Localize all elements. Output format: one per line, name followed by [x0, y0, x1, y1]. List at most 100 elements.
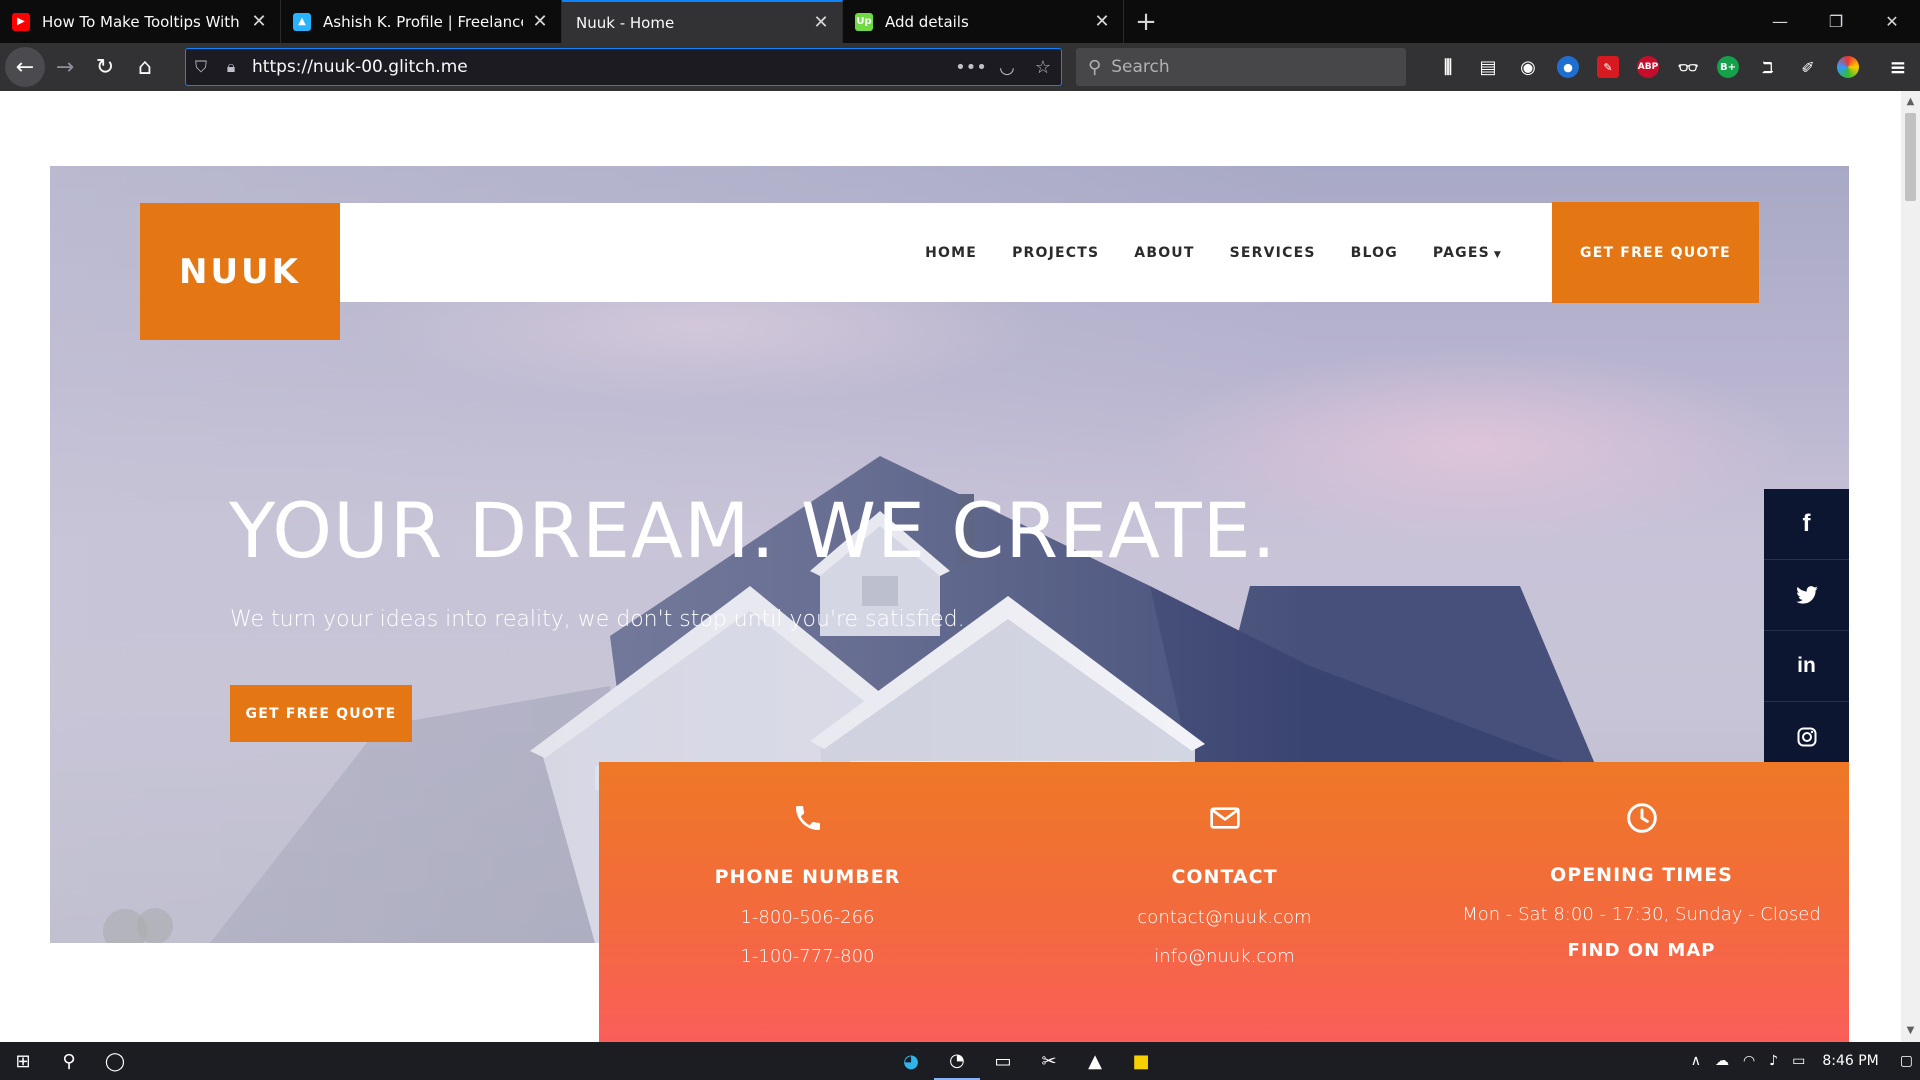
contact-title: CONTACT: [1171, 866, 1278, 888]
page-scrollbar[interactable]: ▲ ▼: [1901, 91, 1920, 1042]
windows-start-icon[interactable]: ⊞: [0, 1042, 46, 1080]
clock-time[interactable]: 8:46 PM: [1822, 1053, 1878, 1069]
search-input[interactable]: ⚲ Search: [1076, 48, 1406, 86]
tab-title: Nuuk - Home: [576, 13, 675, 32]
freelancer-icon: ▲: [293, 12, 311, 31]
scroll-thumb[interactable]: [1905, 113, 1916, 201]
sticky-notes-icon[interactable]: ■: [1118, 1042, 1164, 1080]
translate-icon[interactable]: ℶ: [1748, 51, 1788, 83]
youtube-icon: ▶: [12, 12, 30, 31]
upwork-icon: Up: [855, 12, 873, 31]
minimize-icon[interactable]: —: [1752, 0, 1808, 43]
chevron-up-icon[interactable]: ∧: [1691, 1053, 1701, 1069]
nav-about[interactable]: ABOUT: [1134, 245, 1194, 261]
tab-youtube[interactable]: ▶ How To Make Tooltips With On ✕: [0, 0, 281, 43]
hours-title: OPENING TIMES: [1550, 864, 1733, 886]
nav-blog[interactable]: BLOG: [1351, 245, 1398, 261]
close-icon[interactable]: ✕: [531, 11, 549, 32]
close-icon[interactable]: ✕: [1093, 11, 1111, 32]
restore-icon[interactable]: ❐: [1808, 0, 1864, 43]
caret-down-icon: ▼: [1493, 249, 1502, 260]
spy-icon[interactable]: 👓︎: [1668, 51, 1708, 83]
wifi-icon[interactable]: ◠: [1743, 1053, 1755, 1069]
back-button[interactable]: ←: [5, 47, 45, 87]
account-icon[interactable]: ◉: [1508, 51, 1548, 83]
extension-icons: ⫼ ▤ ◉ ● ✎ ABP 👓︎ B+ ℶ ✐ ≡: [1428, 51, 1918, 83]
web-page: NUUK HOME PROJECTS ABOUT SERVICES BLOG P…: [0, 91, 1901, 1042]
menu-icon[interactable]: ≡: [1878, 51, 1918, 83]
nav-services[interactable]: SERVICES: [1230, 245, 1316, 261]
file-explorer-icon[interactable]: ▭: [980, 1042, 1026, 1080]
nav-home[interactable]: HOME: [925, 245, 977, 261]
tab-freelancer[interactable]: ▲ Ashish K. Profile | Freelancer ✕: [281, 0, 562, 43]
find-on-map-link[interactable]: FIND ON MAP: [1433, 940, 1850, 961]
snipping-tool-icon[interactable]: ✂: [1026, 1042, 1072, 1080]
inkscape-icon[interactable]: ▲: [1072, 1042, 1118, 1080]
tab-title: How To Make Tooltips With On: [42, 12, 242, 31]
contact-column: CONTACT contact@nuuk.com info@nuuk.com: [1016, 762, 1433, 1042]
library-icon[interactable]: ⫼: [1428, 51, 1468, 83]
pocket-icon[interactable]: ◡: [989, 57, 1025, 78]
nav-projects[interactable]: PROJECTS: [1012, 245, 1099, 261]
new-tab-button[interactable]: +: [1124, 0, 1168, 43]
battery-icon[interactable]: ▭: [1792, 1053, 1805, 1069]
contact-email-1[interactable]: contact@nuuk.com: [1016, 907, 1433, 928]
pen-icon[interactable]: ✐: [1788, 51, 1828, 83]
edge-icon[interactable]: ◕: [888, 1042, 934, 1080]
facebook-icon[interactable]: f: [1764, 489, 1849, 560]
hero-quote-button[interactable]: GET FREE QUOTE: [230, 685, 412, 742]
cortana-icon[interactable]: ◯: [92, 1042, 138, 1080]
password-manager-icon[interactable]: ●: [1548, 51, 1588, 83]
hours-column: OPENING TIMES Mon - Sat 8:00 - 17:30, Su…: [1433, 762, 1850, 1042]
social-sidebar: f in: [1764, 489, 1849, 789]
close-icon[interactable]: ✕: [250, 11, 268, 32]
bookmark-star-icon[interactable]: ☆: [1025, 57, 1061, 78]
get-free-quote-button[interactable]: GET FREE QUOTE: [1552, 202, 1759, 303]
reload-button[interactable]: ↻: [85, 47, 125, 87]
grammar-extension-icon[interactable]: B+: [1708, 51, 1748, 83]
window-close-icon[interactable]: ✕: [1864, 0, 1920, 43]
tab-title: Ashish K. Profile | Freelancer: [323, 12, 523, 31]
main-navigation: HOME PROJECTS ABOUT SERVICES BLOG PAGES ▼: [340, 203, 1552, 302]
site-logo[interactable]: NUUK: [140, 203, 340, 340]
phone-number-1[interactable]: 1-800-506-266: [599, 907, 1016, 928]
phone-number-2[interactable]: 1-100-777-800: [599, 946, 1016, 967]
search-icon[interactable]: ⚲: [46, 1042, 92, 1080]
clock-icon: [1433, 802, 1850, 838]
hero-headline: YOUR DREAM. WE CREATE.: [229, 486, 1277, 575]
lock-icon[interactable]: 🔒︎: [216, 57, 246, 77]
contact-email-2[interactable]: info@nuuk.com: [1016, 946, 1433, 967]
navigation-toolbar: ← → ↻ ⌂ ⛉ 🔒︎ https://nuuk-00.glitch.me •…: [0, 43, 1920, 91]
twitter-icon[interactable]: [1764, 560, 1849, 631]
hero-subheadline: We turn your ideas into reality, we don'…: [230, 607, 965, 632]
scroll-down-icon[interactable]: ▼: [1901, 1022, 1920, 1040]
nav-pages-label: PAGES: [1432, 244, 1490, 261]
shield-icon[interactable]: ⛉: [186, 57, 216, 77]
forward-button[interactable]: →: [45, 47, 85, 87]
firefox-icon[interactable]: ◔: [934, 1042, 980, 1080]
envelope-icon: [1016, 802, 1433, 838]
page-actions-icon[interactable]: •••: [953, 57, 989, 78]
linkedin-icon[interactable]: in: [1764, 631, 1849, 702]
address-bar[interactable]: ⛉ 🔒︎ https://nuuk-00.glitch.me ••• ◡ ☆: [185, 48, 1062, 86]
home-button[interactable]: ⌂: [125, 47, 165, 87]
adblock-plus-icon[interactable]: ABP: [1628, 51, 1668, 83]
nav-pages[interactable]: PAGES ▼: [1433, 245, 1502, 261]
color-extension-icon[interactable]: [1828, 51, 1868, 83]
sidebar-icon[interactable]: ▤: [1468, 51, 1508, 83]
volume-icon[interactable]: ♪: [1769, 1053, 1778, 1069]
search-icon: ⚲: [1088, 56, 1102, 78]
colorpicker-icon[interactable]: ✎: [1588, 51, 1628, 83]
scroll-up-icon[interactable]: ▲: [1901, 93, 1920, 111]
system-tray: ∧ ☁ ◠ ♪ ▭ 8:46 PM ▢: [1684, 1042, 1920, 1080]
search-placeholder: Search: [1111, 57, 1170, 77]
notification-icon[interactable]: ▢: [1900, 1053, 1913, 1069]
tab-add-details[interactable]: Up Add details ✕: [843, 0, 1124, 43]
tab-nuuk-home[interactable]: Nuuk - Home ✕: [562, 0, 843, 43]
phone-column: PHONE NUMBER 1-800-506-266 1-100-777-800: [599, 762, 1016, 1042]
url-text[interactable]: https://nuuk-00.glitch.me: [252, 57, 953, 77]
contact-info-panel: PHONE NUMBER 1-800-506-266 1-100-777-800…: [599, 762, 1849, 1042]
onedrive-icon[interactable]: ☁: [1715, 1053, 1729, 1069]
close-icon[interactable]: ✕: [812, 12, 830, 33]
phone-icon: [599, 802, 1016, 838]
